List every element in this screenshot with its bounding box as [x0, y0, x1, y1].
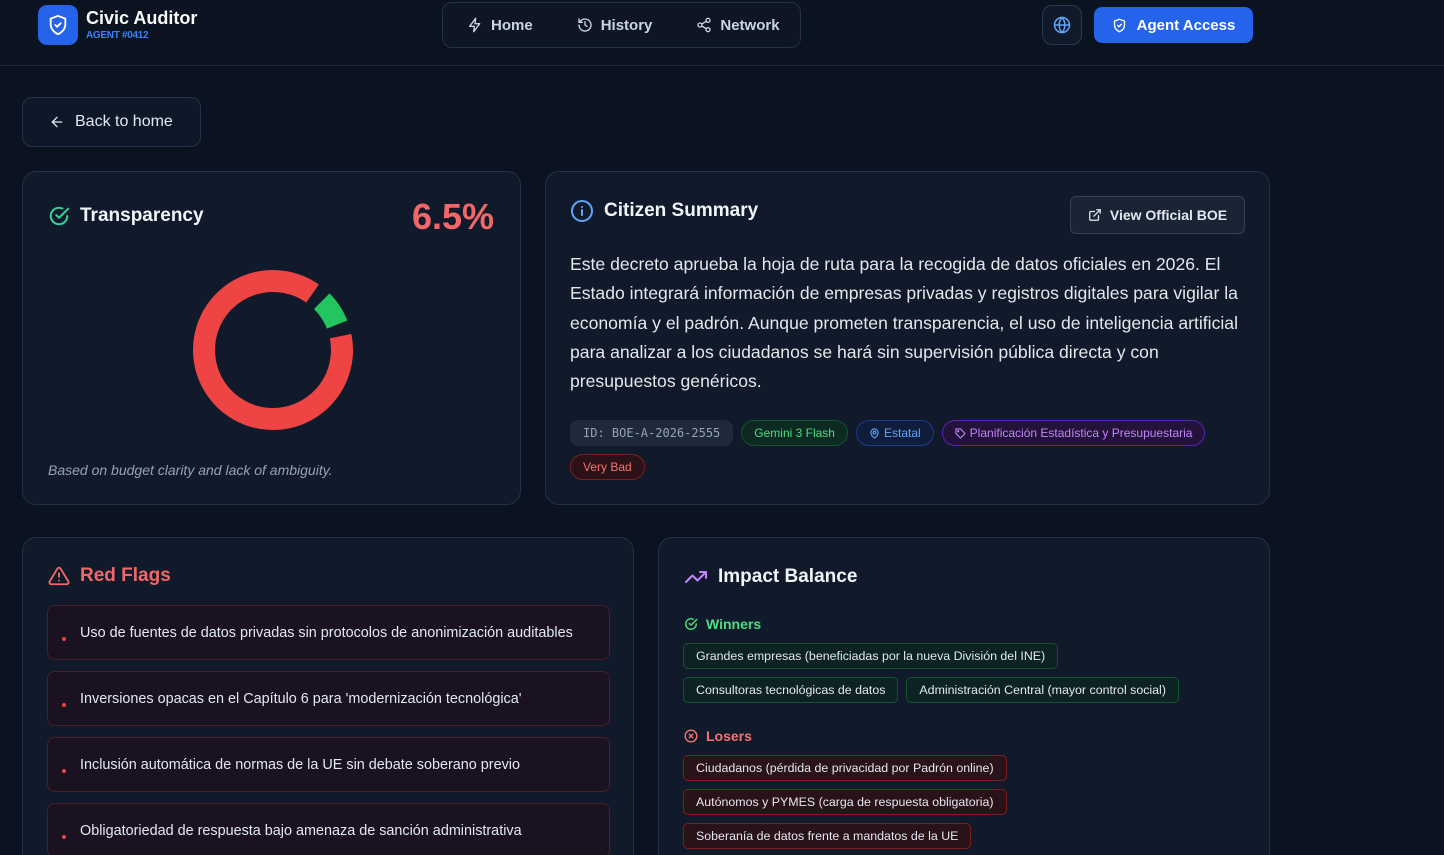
winners-header: Winners [684, 616, 761, 632]
scope-tag: Estatal [855, 420, 934, 446]
winner-chip: Administración Central (mayor control so… [906, 677, 1179, 703]
red-flags-header: Red Flags [48, 565, 171, 587]
category-tag-label: Planificación Estadística y Presupuestar… [969, 426, 1193, 440]
summary-text: Este decreto aprueba la hoja de ruta par… [570, 254, 1238, 392]
brand-title: Civic Auditor [86, 8, 198, 28]
brand[interactable]: Civic Auditor AGENT #0412 [38, 5, 197, 45]
view-boe-button[interactable]: View Official BOE [1070, 196, 1245, 234]
shield-logo-icon [38, 5, 78, 45]
summary-tags: ID: BOE-A-2026-2555 Gemini 3 Flash Estat… [570, 420, 1250, 488]
bullet-dot [62, 702, 66, 707]
red-flags-list: Uso de fuentes de datos privadas sin pro… [47, 605, 610, 855]
donut-score-segment [313, 293, 348, 330]
bolt-icon [469, 17, 481, 33]
x-circle-icon [684, 729, 698, 743]
rating-tag: Very Bad [570, 454, 645, 480]
winner-chip: Grandes empresas (beneficiadas por la nu… [683, 643, 1059, 669]
main-nav: Home History Network [442, 2, 801, 48]
external-link-icon [1088, 209, 1101, 221]
red-flag-item: Obligatoriedad de respuesta bajo amenaza… [47, 803, 610, 855]
arrow-left-icon [51, 116, 63, 128]
globe-icon [1053, 16, 1071, 34]
red-flags-card: Red Flags Uso de fuentes de datos privad… [22, 537, 634, 855]
transparency-header: Transparency [48, 205, 204, 227]
impact-title: Impact Balance [718, 566, 858, 587]
red-flag-text: Obligatoriedad de respuesta bajo amenaza… [80, 822, 522, 839]
agent-access-button[interactable]: Agent Access [1094, 7, 1253, 43]
citizen-summary-card: Citizen Summary View Official BOE Este d… [545, 171, 1270, 505]
nav-network-label: Network [720, 16, 780, 34]
back-label: Back to home [75, 113, 173, 130]
bullet-dot [62, 834, 66, 839]
nav-home-label: Home [491, 16, 533, 34]
bullet-dot [62, 636, 66, 641]
back-to-home-button[interactable]: Back to home [22, 97, 201, 147]
donut-remaining-segment [193, 270, 353, 430]
share-network-icon [697, 17, 712, 33]
winner-chip: Consultoras tecnológicas de datos [683, 677, 899, 703]
red-flags-title: Red Flags [80, 565, 171, 586]
nav-home[interactable]: Home [467, 17, 533, 34]
warning-triangle-icon [48, 566, 70, 586]
nav-history-label: History [600, 16, 653, 34]
scope-tag-label: Estatal [883, 426, 921, 440]
impact-header: Impact Balance [684, 565, 857, 589]
info-icon [571, 200, 593, 222]
red-flag-text: Uso de fuentes de datos privadas sin pro… [80, 624, 573, 641]
red-flag-text: Inclusión automática de normas de la UE … [80, 756, 520, 773]
bullet-dot [62, 768, 66, 773]
winners-list: Grandes empresas (beneficiadas por la nu… [683, 643, 1243, 711]
model-tag: Gemini 3 Flash [741, 420, 848, 446]
view-boe-label: View Official BOE [1109, 207, 1228, 223]
check-circle-icon [49, 206, 70, 226]
red-flag-item: Inversiones opacas en el Capítulo 6 para… [47, 671, 610, 726]
losers-header: Losers [684, 728, 752, 744]
nav-network[interactable]: Network [696, 16, 780, 34]
transparency-donut-chart [193, 270, 353, 430]
nav-history[interactable]: History [577, 16, 653, 34]
red-flag-item: Inclusión automática de normas de la UE … [47, 737, 610, 792]
transparency-title: Transparency [80, 205, 204, 226]
loser-chip: Autónomos y PYMES (carga de respuesta ob… [683, 789, 1007, 815]
transparency-card: Transparency 6.5% Based on budget clarit… [22, 171, 521, 505]
trending-up-icon [685, 571, 707, 583]
category-tag: Planificación Estadística y Presupuestar… [941, 420, 1206, 446]
agent-id: AGENT #0412 [86, 30, 149, 41]
loser-chip: Soberanía de datos frente a mandatos de … [683, 823, 972, 849]
loser-chip: Ciudadanos (pérdida de privacidad por Pa… [683, 755, 1007, 781]
map-pin-icon [870, 427, 879, 439]
language-button[interactable] [1042, 5, 1082, 45]
document-id-tag: ID: BOE-A-2026-2555 [570, 420, 734, 446]
tag-icon [955, 427, 965, 438]
summary-title: Citizen Summary [604, 200, 759, 221]
summary-header: Citizen Summary [570, 199, 758, 223]
impact-balance-card: Impact Balance Winners Grandes empresas … [658, 537, 1270, 855]
losers-title: Losers [706, 728, 752, 744]
agent-access-label: Agent Access [1136, 16, 1236, 34]
winners-title: Winners [706, 616, 762, 632]
red-flag-text: Inversiones opacas en el Capítulo 6 para… [80, 690, 522, 707]
shield-check-icon [1113, 18, 1125, 32]
losers-list: Ciudadanos (pérdida de privacidad por Pa… [683, 755, 1243, 855]
history-icon [578, 18, 592, 32]
score-note: Based on budget clarity and lack of ambi… [48, 462, 333, 478]
check-circle-icon [685, 618, 698, 630]
top-bar: Civic Auditor AGENT #0412 Home History N… [0, 0, 1444, 66]
red-flag-item: Uso de fuentes de datos privadas sin pro… [47, 605, 610, 660]
transparency-score: 6.5% [411, 196, 494, 237]
